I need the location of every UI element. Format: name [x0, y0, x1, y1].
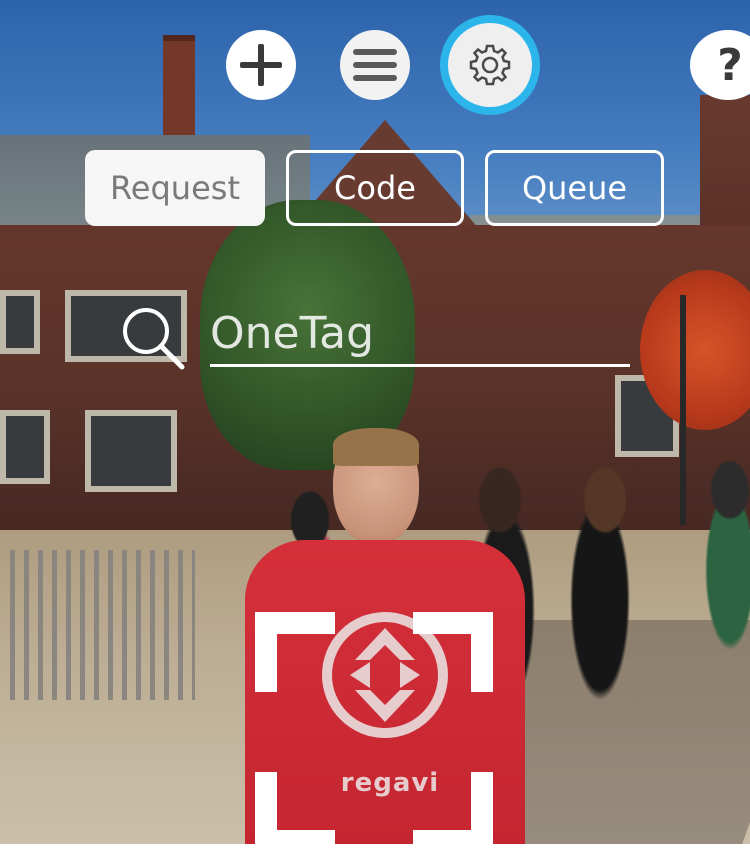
scan-frame-corner-bottom-right [413, 772, 493, 852]
scan-frame-corner-top-right [413, 612, 493, 692]
menu-button[interactable] [340, 30, 410, 100]
scan-frame-corner-top-left [255, 612, 335, 692]
add-button[interactable] [226, 30, 296, 100]
settings-button-face [448, 23, 532, 107]
tab-queue[interactable]: Queue [485, 150, 664, 226]
gear-icon [469, 44, 511, 86]
hamburger-menu-icon [353, 49, 397, 81]
camera-preview: regavi [0, 0, 750, 844]
plus-icon [240, 44, 282, 86]
settings-button[interactable] [440, 15, 540, 115]
photo-overlay [0, 0, 750, 844]
help-icon: ? [717, 39, 743, 91]
search-input[interactable] [210, 303, 630, 367]
tab-code[interactable]: Code [286, 150, 464, 226]
search-icon[interactable] [118, 303, 188, 373]
scan-frame-corner-bottom-left [255, 772, 335, 852]
tab-request[interactable]: Request [85, 150, 265, 226]
